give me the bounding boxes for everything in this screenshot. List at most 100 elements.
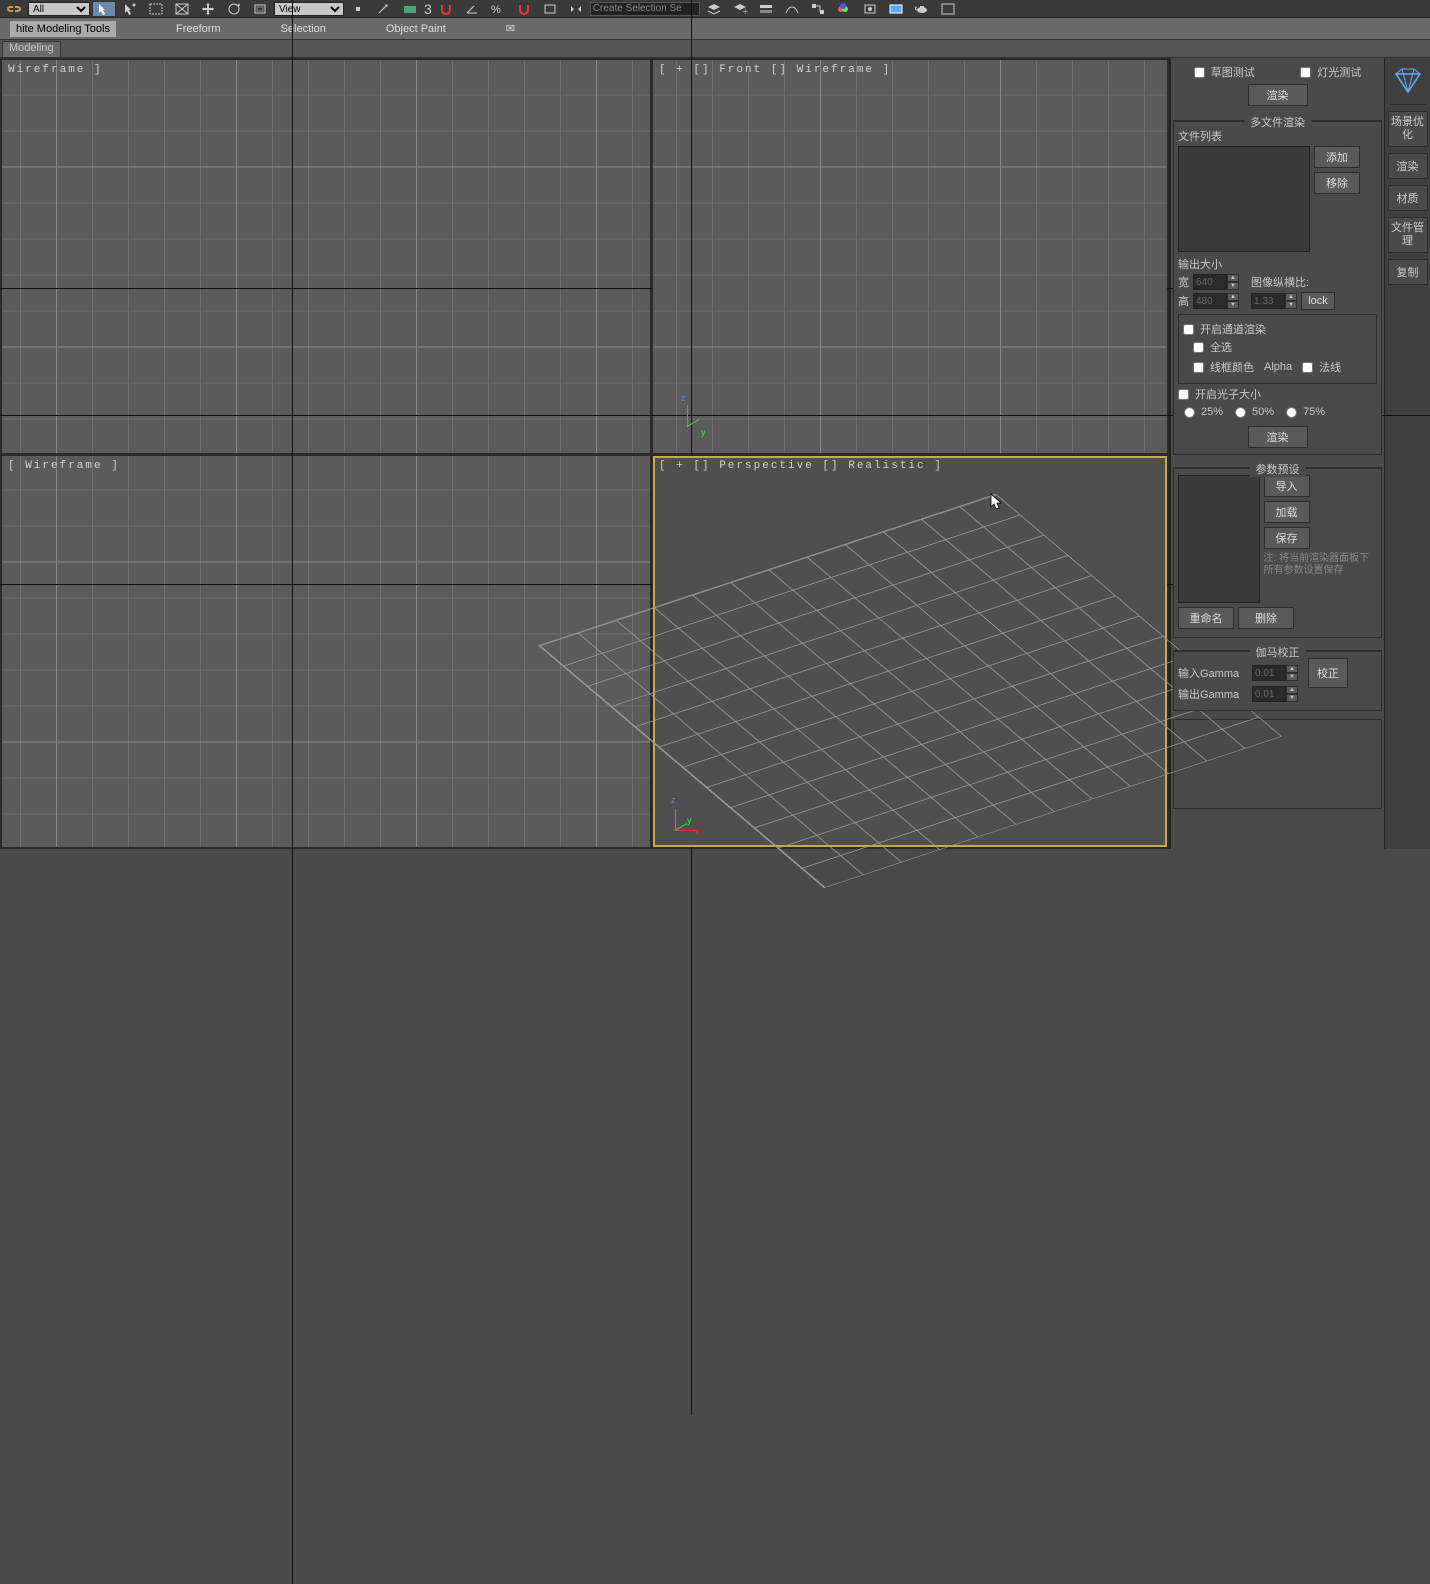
ribbon-menu: hite Modeling Tools Freeform Selection O…	[0, 18, 1430, 40]
menu-freeform[interactable]: Freeform	[176, 23, 221, 35]
preset-title: 参数预设	[1250, 461, 1306, 477]
mirror-icon[interactable]	[564, 1, 588, 17]
axis-gizmo: z x y	[667, 799, 707, 839]
render-button[interactable]: 渲染	[1248, 84, 1308, 106]
file-manage-button[interactable]: 文件管理	[1388, 217, 1428, 253]
add-file-button[interactable]: 添加	[1314, 146, 1360, 168]
rotate-icon[interactable]	[222, 1, 246, 17]
diamond-logo-icon[interactable]	[1390, 62, 1426, 98]
light-test-checkbox[interactable]: 灯光测试	[1300, 64, 1361, 80]
spinner-snap-icon[interactable]	[512, 1, 536, 17]
gamma-correct-button[interactable]: 校正	[1308, 658, 1348, 688]
aspect-label: 图像纵横比:	[1251, 274, 1309, 290]
layer-new-icon[interactable]: +	[728, 1, 752, 17]
viewport-perspective[interactable]: [ + [] Perspective [] Realistic ] z x y	[653, 456, 1167, 847]
manip-icon[interactable]	[372, 1, 396, 17]
sketch-test-checkbox[interactable]: 草图测试	[1194, 64, 1255, 80]
far-material-button[interactable]: 材质	[1388, 185, 1428, 211]
lock-button[interactable]: lock	[1301, 292, 1335, 310]
height-label: 高	[1178, 293, 1189, 309]
width-spinner[interactable]: ▲▼	[1193, 274, 1239, 290]
file-list-box[interactable]	[1178, 146, 1310, 252]
grid-overlay	[2, 60, 650, 453]
grid-overlay	[653, 60, 1167, 453]
photon-75-radio[interactable]: 75%	[1286, 406, 1325, 418]
wire-color-checkbox[interactable]: 线框颜色	[1193, 359, 1254, 375]
channel-render-checkbox[interactable]: 开启通道渲染	[1183, 321, 1372, 337]
gamma-block: 伽马校正 输入Gamma ▲▼ 校正 输出Gamma ▲▼	[1173, 650, 1382, 711]
render-prod-icon[interactable]	[936, 1, 960, 17]
preset-list-box[interactable]	[1178, 475, 1260, 603]
output-size-label: 输出大小	[1178, 256, 1377, 272]
pivot-icon[interactable]	[346, 1, 370, 17]
snap-three-label: 3	[424, 1, 432, 17]
width-label: 宽	[1178, 274, 1189, 290]
menu-object-paint[interactable]: Object Paint	[386, 23, 446, 35]
menu-selection[interactable]: Selection	[281, 23, 326, 35]
remove-file-button[interactable]: 移除	[1314, 172, 1360, 194]
viewport-container: Wireframe ] [ + [] Front [] Wireframe ] …	[0, 58, 1169, 849]
file-list-label: 文件列表	[1178, 128, 1377, 144]
select-all-checkbox[interactable]: 全选	[1193, 339, 1372, 355]
select-icon[interactable]	[92, 1, 116, 17]
multi-render-button[interactable]: 渲染	[1248, 426, 1308, 448]
snap-toggle-icon[interactable]	[434, 1, 458, 17]
window-crossing-icon[interactable]	[170, 1, 194, 17]
main-area: Wireframe ] [ + [] Front [] Wireframe ] …	[0, 58, 1430, 849]
create-selection-input[interactable]	[590, 2, 700, 16]
rect-select-icon[interactable]	[144, 1, 168, 17]
render-setup-icon[interactable]	[858, 1, 882, 17]
named-sel-icon[interactable]	[538, 1, 562, 17]
multi-file-title: 多文件渲染	[1244, 114, 1311, 130]
viewport-front-wireframe[interactable]: [ + [] Front [] Wireframe ] z y	[653, 60, 1167, 453]
ref-coord-dropdown[interactable]: View	[274, 2, 344, 16]
angle-snap-icon[interactable]	[460, 1, 484, 17]
far-copy-button[interactable]: 复制	[1388, 259, 1428, 285]
layer-mgr-icon[interactable]	[754, 1, 778, 17]
tab-modeling[interactable]: Modeling	[2, 41, 61, 57]
scene-optimize-button[interactable]: 场景优化	[1388, 111, 1428, 147]
viewport-label[interactable]: [ + [] Perspective [] Realistic ]	[659, 460, 943, 472]
gamma-in-label: 输入Gamma	[1178, 665, 1248, 681]
scale-icon[interactable]	[248, 1, 272, 17]
alpha-label: Alpha	[1264, 361, 1292, 373]
far-render-button[interactable]: 渲染	[1388, 153, 1428, 179]
mail-icon[interactable]: ✉	[506, 22, 515, 35]
import-button[interactable]: 导入	[1264, 475, 1310, 497]
main-toolbar: All View 3 % +	[0, 0, 1430, 18]
viewport-label[interactable]: [ + [] Front [] Wireframe ]	[659, 64, 891, 76]
render-frame-icon[interactable]	[884, 1, 908, 17]
teapot-icon[interactable]	[910, 1, 934, 17]
save-button[interactable]: 保存	[1264, 527, 1310, 549]
aspect-spinner[interactable]: ▲▼	[1251, 293, 1297, 309]
render-test-block: 草图测试 灯光测试 渲染	[1173, 60, 1382, 108]
svg-text:+: +	[742, 6, 748, 16]
preset-note: 注: 将当前渲染器面板下所有参数设置保存	[1264, 553, 1377, 577]
axis-gizmo: z y	[679, 395, 719, 435]
gamma-out-spinner[interactable]: ▲▼	[1252, 686, 1298, 702]
percent-snap-icon[interactable]: %	[486, 1, 510, 17]
menu-modeling-tools[interactable]: hite Modeling Tools	[10, 21, 116, 37]
schematic-icon[interactable]	[806, 1, 830, 17]
normals-checkbox[interactable]: 法线	[1302, 359, 1341, 375]
viewport-label[interactable]: Wireframe ]	[8, 64, 103, 76]
select-sub-icon[interactable]	[118, 1, 142, 17]
viewport-top-wireframe[interactable]: Wireframe ]	[2, 60, 650, 453]
delete-button[interactable]: 删除	[1238, 607, 1294, 629]
move-icon[interactable]	[196, 1, 220, 17]
rename-button[interactable]: 重命名	[1178, 607, 1234, 629]
height-spinner[interactable]: ▲▼	[1193, 293, 1239, 309]
preset-block: 参数预设 导入 加载 保存 注: 将当前渲染器面板下所有参数设置保存 重命名 删…	[1173, 467, 1382, 638]
viewport-label[interactable]: [ Wireframe ]	[8, 460, 120, 472]
photon-size-checkbox[interactable]: 开启光子大小	[1178, 386, 1377, 402]
chain-icon[interactable]	[2, 1, 26, 17]
filter-all-dropdown[interactable]: All	[28, 2, 90, 16]
photon-25-radio[interactable]: 25%	[1184, 406, 1223, 418]
photon-50-radio[interactable]: 50%	[1235, 406, 1274, 418]
material-editor-icon[interactable]	[832, 1, 856, 17]
layer-icon[interactable]	[702, 1, 726, 17]
keyboard-icon[interactable]	[398, 1, 422, 17]
gamma-in-spinner[interactable]: ▲▼	[1252, 665, 1298, 681]
load-button[interactable]: 加载	[1264, 501, 1310, 523]
curve-editor-icon[interactable]	[780, 1, 804, 17]
